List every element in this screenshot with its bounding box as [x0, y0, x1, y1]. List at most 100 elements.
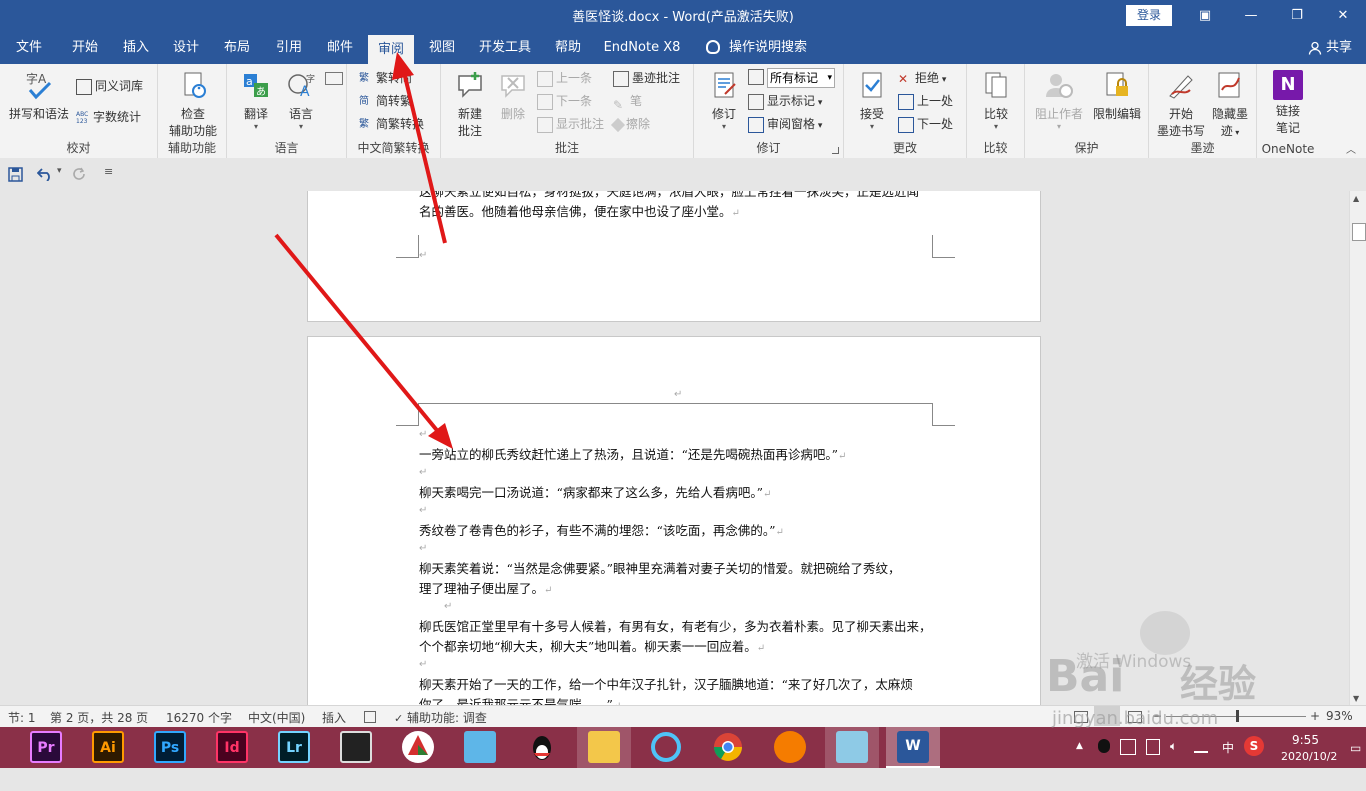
chevron-down-icon[interactable]: ▾	[57, 166, 62, 176]
tray-battery-icon[interactable]	[1146, 739, 1160, 755]
language-indicator[interactable]: 中文(中国)	[248, 709, 305, 726]
zoom-slider-thumb[interactable]	[1236, 710, 1239, 722]
translate-button[interactable]: aあ 翻译 ▾	[235, 70, 277, 131]
keyboard-icon[interactable]	[325, 72, 343, 85]
next-comment-button[interactable]: 下一条	[537, 91, 592, 111]
section-indicator[interactable]: 节: 1	[8, 709, 36, 726]
previous-change-button[interactable]: 上一处	[898, 91, 953, 111]
bird-app-icon[interactable]	[464, 731, 496, 763]
spelling-grammar-button[interactable]: 字A 拼写和语法	[6, 70, 72, 122]
login-button[interactable]: 登录	[1126, 5, 1172, 26]
word-count-button[interactable]: ABC 123 字数统计	[76, 107, 141, 127]
ink-comment-button[interactable]: 墨迹批注	[613, 68, 680, 88]
undo-icon[interactable]	[37, 167, 53, 181]
share-button[interactable]: 共享	[1308, 31, 1352, 64]
previous-comment-button[interactable]: 上一条	[537, 68, 592, 88]
translate-label: 翻译	[243, 107, 268, 121]
zoom-level[interactable]: 93%	[1326, 709, 1353, 723]
next-change-button[interactable]: 下一处	[898, 114, 953, 134]
reject-button[interactable]: ✕ 拒绝 ▾	[898, 68, 946, 88]
tab-file[interactable]: 文件	[6, 31, 52, 64]
markup-select[interactable]: 所有标记 ▾	[767, 68, 835, 88]
orange-app-icon[interactable]	[774, 731, 806, 763]
tray-app-icon[interactable]	[1120, 739, 1136, 755]
tab-insert[interactable]: 插入	[113, 31, 159, 64]
indesign-icon[interactable]: Id	[216, 731, 248, 763]
notes-app-icon[interactable]	[836, 731, 868, 763]
tab-endnote[interactable]: EndNote X8	[600, 31, 684, 64]
tab-home[interactable]: 开始	[62, 31, 108, 64]
tab-help[interactable]: 帮助	[546, 31, 590, 64]
accessibility-check-icon	[184, 72, 206, 98]
file-explorer-icon[interactable]	[588, 731, 620, 763]
app-red-green-icon[interactable]	[402, 731, 434, 763]
linked-notes-button[interactable]: N 链接 笔记	[1263, 70, 1313, 136]
illustrator-icon[interactable]: Ai	[92, 731, 124, 763]
tell-me-search[interactable]: 操作说明搜索	[728, 31, 808, 64]
dialog-launcher-icon[interactable]	[832, 147, 839, 154]
save-icon[interactable]	[8, 167, 23, 182]
scroll-down-icon[interactable]: ▼	[1353, 694, 1359, 703]
minimize-button[interactable]: —	[1228, 0, 1274, 31]
lightroom-icon[interactable]: Lr	[278, 731, 310, 763]
track-label: 修订	[711, 107, 736, 121]
word-icon[interactable]: W	[897, 731, 929, 763]
tab-developer[interactable]: 开发工具	[474, 31, 536, 64]
zoom-in-button[interactable]: +	[1310, 709, 1320, 723]
language-button[interactable]: A字 语言 ▾	[279, 70, 323, 131]
chevron-down-icon: ▾	[1232, 128, 1240, 137]
redo-icon[interactable]	[72, 167, 87, 182]
thesaurus-button[interactable]: 同义词库	[76, 76, 143, 96]
macro-record-icon[interactable]	[364, 711, 376, 723]
pen-button[interactable]: ✎ 笔	[613, 91, 642, 112]
show-markup-button[interactable]: 显示标记 ▾	[748, 91, 822, 111]
page-indicator[interactable]: 第 2 页，共 28 页	[50, 709, 148, 726]
hide-ink-icon	[1218, 72, 1240, 98]
eraser-button[interactable]: 擦除	[610, 114, 650, 134]
tab-design[interactable]: 设计	[163, 31, 209, 64]
ime-indicator[interactable]: 中	[1222, 739, 1234, 780]
collapse-ribbon-icon[interactable]: ︿	[1346, 141, 1356, 156]
compare-icon	[985, 72, 1007, 98]
clock-date[interactable]: 2020/10/2	[1281, 750, 1337, 791]
premiere-icon[interactable]: Pr	[30, 731, 62, 763]
sogou-ime-icon[interactable]: S	[1244, 736, 1264, 756]
tab-mailings[interactable]: 邮件	[317, 31, 363, 64]
delete-comment-button[interactable]: 删除	[495, 70, 531, 122]
show-comments-button[interactable]: 显示批注	[537, 114, 604, 134]
qq-icon[interactable]	[526, 731, 558, 763]
start-inking-button[interactable]: 开始 墨迹书写	[1153, 70, 1209, 139]
tab-references[interactable]: 引用	[266, 31, 312, 64]
annotation-arrow-top	[392, 52, 437, 200]
notification-icon[interactable]: ▭	[1350, 741, 1361, 782]
browser-icon[interactable]	[650, 731, 682, 763]
maximize-button[interactable]: ❐	[1274, 0, 1320, 31]
tray-overflow-icon[interactable]: ▲	[1076, 741, 1083, 782]
scroll-thumb[interactable]	[1352, 223, 1366, 241]
review-pane-button[interactable]: 审阅窗格 ▾	[748, 114, 822, 134]
accept-button[interactable]: 接受 ▾	[852, 70, 892, 131]
tab-layout[interactable]: 布局	[214, 31, 260, 64]
volume-icon[interactable]: 🔈︎	[1170, 739, 1177, 780]
insert-mode-indicator[interactable]: 插入	[322, 709, 346, 726]
compare-button[interactable]: 比较 ▾	[975, 70, 1017, 131]
check-accessibility-button[interactable]: 检查 辅助功能	[162, 70, 224, 139]
scroll-up-icon[interactable]: ▲	[1353, 194, 1359, 203]
video-editor-icon[interactable]	[340, 731, 372, 763]
customize-qat-icon[interactable]: ≡	[104, 165, 113, 178]
track-changes-button[interactable]: 修订 ▾	[704, 70, 744, 131]
accessibility-status[interactable]: ✓ 辅助功能: 调查	[394, 709, 487, 726]
network-icon[interactable]	[1194, 741, 1208, 753]
restrict-editing-button[interactable]: 限制编辑	[1089, 70, 1145, 122]
hide-ink-button[interactable]: 隐藏墨 迹 ▾	[1207, 70, 1253, 139]
block-authors-button[interactable]: 阻止作者 ▾	[1031, 70, 1087, 131]
tray-qq-icon[interactable]	[1098, 739, 1110, 753]
chevron-down-icon: ▾	[1056, 122, 1061, 131]
word-count-indicator[interactable]: 16270 个字	[166, 709, 232, 726]
group-language: aあ 翻译 ▾ A字 语言 ▾ 语言	[227, 64, 347, 158]
chrome-icon[interactable]	[712, 731, 744, 763]
ribbon-display-options-button[interactable]: ▣	[1182, 0, 1228, 31]
vertical-scrollbar[interactable]: ▲ ▼	[1349, 191, 1366, 705]
photoshop-icon[interactable]: Ps	[154, 731, 186, 763]
close-button[interactable]: ✕	[1320, 0, 1366, 31]
